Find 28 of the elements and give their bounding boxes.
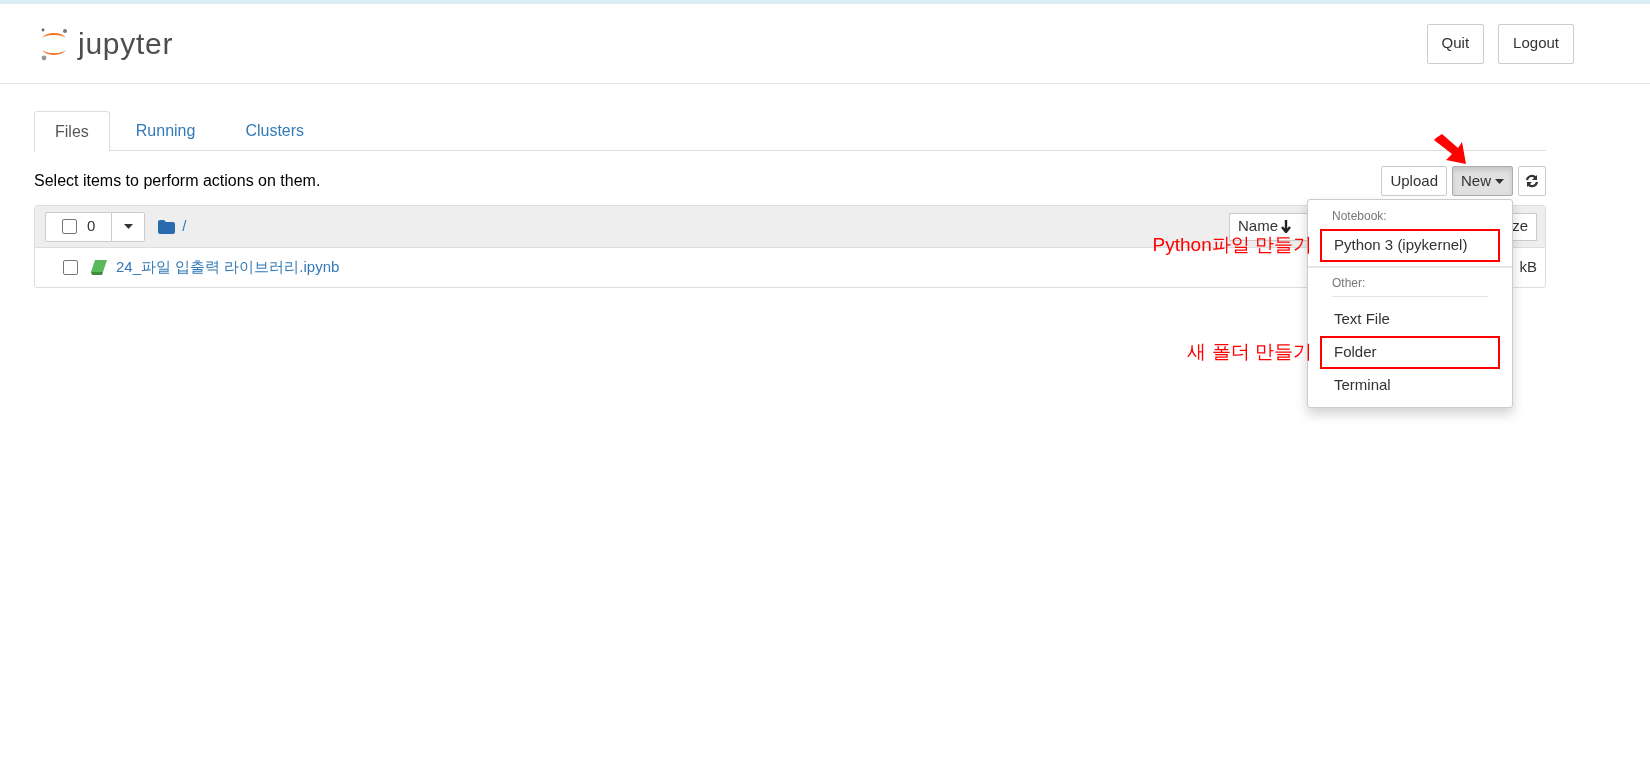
menu-item[interactable]: Terminal (1320, 369, 1500, 402)
caret-icon (1495, 178, 1504, 184)
refresh-icon (1525, 174, 1539, 188)
new-button[interactable]: New (1452, 166, 1513, 196)
annotation-label: 새 폴더 만들기 (1187, 340, 1312, 364)
breadcrumb-link[interactable]: / (182, 215, 187, 238)
arrow-down-icon (1281, 220, 1291, 233)
tab[interactable]: Running (111, 111, 220, 151)
menu-item[interactable]: Folder (1320, 336, 1500, 369)
select-all-checkbox[interactable] (62, 219, 77, 234)
upload-button[interactable]: Upload (1381, 166, 1447, 196)
folder-icon (158, 219, 176, 234)
tab[interactable]: Files (34, 111, 110, 152)
file-size: kB (1519, 257, 1537, 278)
file-link[interactable]: 24_파일 입출력 라이브러리.ipynb (116, 256, 340, 279)
row-checkbox[interactable] (63, 260, 78, 275)
header-button[interactable]: Quit (1426, 23, 1485, 64)
refresh-button[interactable] (1518, 166, 1546, 196)
menu-item[interactable]: Python 3 (ipykernel) (1320, 229, 1500, 262)
tab[interactable]: Clusters (221, 111, 329, 151)
selected-count: 0 (87, 216, 96, 237)
notebook-icon (91, 260, 107, 275)
instruction-text: Select items to perform actions on them. (34, 171, 321, 191)
menu-section-header: Other: (1331, 275, 1367, 292)
menu-item[interactable]: Text File (1320, 303, 1500, 336)
header-button[interactable]: Logout (1498, 23, 1574, 64)
logo-text: jupyter (78, 26, 174, 62)
caret-icon (123, 224, 133, 229)
